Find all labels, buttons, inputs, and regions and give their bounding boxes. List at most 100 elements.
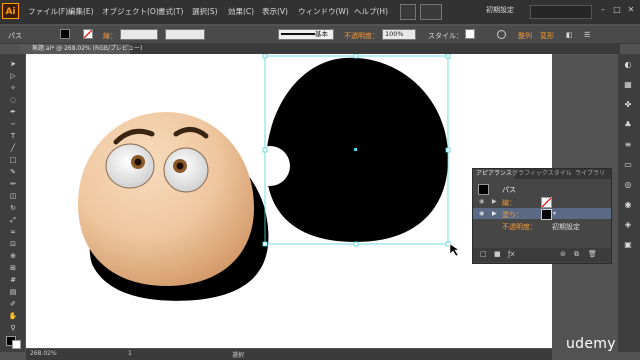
recolor-icon[interactable] bbox=[497, 30, 506, 39]
menu-type[interactable]: 書式(T) bbox=[158, 6, 183, 17]
rotate-tool-icon[interactable]: ↻ bbox=[8, 204, 18, 213]
zoom-level[interactable]: 268.02% bbox=[30, 350, 57, 357]
close-icon[interactable]: ✕ bbox=[624, 3, 638, 17]
clear-appearance-icon[interactable]: ⊘ bbox=[560, 250, 566, 258]
menu-view[interactable]: 表示(V) bbox=[262, 6, 288, 17]
stroke-row-label[interactable]: 線： bbox=[502, 198, 516, 208]
variable-width-dropdown[interactable] bbox=[165, 29, 205, 40]
opacity-row-label[interactable]: 不透明度： bbox=[502, 222, 537, 232]
udemy-watermark: udemy bbox=[566, 336, 616, 352]
mesh-tool-icon[interactable]: # bbox=[8, 276, 18, 285]
panel-menu-icon[interactable]: ☰ bbox=[584, 31, 590, 39]
appearance-object-label: パス bbox=[502, 186, 516, 194]
width-tool-icon[interactable]: ≍ bbox=[8, 228, 18, 237]
chevron-down-icon[interactable]: ▾ bbox=[553, 210, 556, 217]
delete-icon[interactable]: 🗑 bbox=[588, 250, 597, 258]
eyedropper-tool-icon[interactable]: ✐ bbox=[8, 300, 18, 309]
left-eye bbox=[105, 143, 155, 189]
graphic-style-swatch[interactable] bbox=[465, 29, 475, 39]
brushes-panel-icon[interactable]: ✤ bbox=[622, 100, 634, 110]
maximize-icon[interactable]: □ bbox=[610, 3, 624, 17]
tab-libraries[interactable]: ライブラリ bbox=[572, 169, 608, 179]
tab-graphic-styles[interactable]: グラフィックスタイル bbox=[509, 169, 575, 179]
menu-object[interactable]: オブジェクト(O) bbox=[102, 6, 159, 17]
brush-profile-label: 基本 bbox=[315, 30, 328, 38]
fill-row-label[interactable]: 塗り： bbox=[502, 210, 523, 220]
left-pupil bbox=[134, 158, 142, 166]
gradient-tool-icon[interactable]: ▤ bbox=[8, 288, 18, 297]
document-tab[interactable]: 無題.ai* @ 268.02% (RGB/プレビュー) bbox=[20, 44, 142, 54]
transparency-panel-icon[interactable]: ◎ bbox=[622, 180, 634, 190]
zoom-tool-icon[interactable]: ⚲ bbox=[8, 324, 18, 333]
selection-tool-icon[interactable]: ➤ bbox=[8, 60, 18, 69]
right-eye bbox=[163, 147, 209, 193]
menu-file[interactable]: ファイル(F) bbox=[28, 6, 68, 17]
search-input[interactable] bbox=[530, 5, 592, 19]
add-fill-icon[interactable]: ■ bbox=[494, 250, 501, 258]
curvature-tool-icon[interactable]: ∽ bbox=[8, 120, 18, 129]
scale-tool-icon[interactable]: ⤢ bbox=[8, 216, 18, 225]
isolate-icon[interactable]: ◧ bbox=[566, 31, 573, 39]
app-logo: Ai bbox=[2, 3, 19, 19]
expand-arrow-icon[interactable]: ▶ bbox=[492, 210, 497, 217]
notch-circle bbox=[250, 146, 290, 186]
object-type-label: パス bbox=[8, 32, 22, 40]
hand-tool-icon[interactable]: ✋ bbox=[8, 312, 18, 321]
menu-window[interactable]: ウィンドウ(W) bbox=[298, 6, 349, 17]
opacity-row-value: 初期設定 bbox=[552, 223, 580, 231]
workspace-switcher[interactable]: 初期設定 bbox=[486, 5, 514, 15]
color-panel-icon[interactable]: ◐ bbox=[622, 60, 634, 70]
stroke-row-swatch[interactable] bbox=[541, 197, 552, 208]
object-thumbnail bbox=[478, 184, 489, 195]
type-tool-icon[interactable]: T bbox=[8, 132, 18, 141]
menu-edit[interactable]: 編集(E) bbox=[68, 6, 94, 17]
stroke-swatch[interactable] bbox=[83, 29, 93, 39]
symbols-panel-icon[interactable]: ♣ bbox=[622, 120, 634, 130]
right-pupil bbox=[176, 162, 184, 170]
duplicate-item-icon[interactable]: ⧉ bbox=[574, 250, 579, 259]
transform-link[interactable]: 変形 bbox=[540, 31, 554, 41]
stroke-color-icon[interactable] bbox=[12, 340, 21, 349]
magic-wand-tool-icon[interactable]: ✧ bbox=[8, 84, 18, 93]
pencil-tool-icon[interactable]: ✏ bbox=[8, 180, 18, 189]
opacity-input[interactable]: 100% bbox=[382, 29, 416, 40]
appearance-panel-icon[interactable]: ◉ bbox=[622, 200, 634, 210]
visibility-eye-icon[interactable]: ◉ bbox=[479, 210, 484, 217]
pen-tool-icon[interactable]: ✒ bbox=[8, 108, 18, 117]
expand-arrow-icon[interactable]: ▶ bbox=[492, 198, 497, 205]
rectangle-tool-icon[interactable]: □ bbox=[8, 156, 18, 165]
menu-effect[interactable]: 効果(C) bbox=[228, 6, 254, 17]
paintbrush-tool-icon[interactable]: ✎ bbox=[8, 168, 18, 177]
line-tool-icon[interactable]: ╱ bbox=[8, 144, 18, 153]
free-transform-tool-icon[interactable]: ⊡ bbox=[8, 240, 18, 249]
opacity-label[interactable]: 不透明度： bbox=[344, 31, 379, 41]
swatches-panel-icon[interactable]: ▦ bbox=[622, 80, 634, 90]
arrange-documents-button[interactable] bbox=[420, 4, 442, 20]
layers-panel-icon[interactable]: ◈ bbox=[622, 220, 634, 230]
selected-blob-path bbox=[266, 57, 449, 242]
fill-row-swatch[interactable] bbox=[541, 209, 552, 220]
stroke-label[interactable]: 線： bbox=[103, 31, 117, 41]
shape-builder-tool-icon[interactable]: ⊕ bbox=[8, 252, 18, 261]
brush-profile-dropdown[interactable]: 基本 bbox=[278, 29, 334, 40]
minimize-icon[interactable]: – bbox=[596, 3, 610, 17]
stroke-weight-field[interactable] bbox=[120, 29, 158, 40]
eraser-tool-icon[interactable]: ◫ bbox=[8, 192, 18, 201]
artboards-panel-icon[interactable]: ▣ bbox=[622, 240, 634, 250]
align-link[interactable]: 整列 bbox=[518, 31, 532, 41]
lasso-tool-icon[interactable]: ◌ bbox=[8, 96, 18, 105]
current-tool-label: 選択 bbox=[232, 352, 245, 359]
visibility-eye-icon[interactable]: ◉ bbox=[479, 198, 484, 205]
add-effect-icon[interactable]: ƒx bbox=[508, 250, 515, 258]
bridge-button[interactable] bbox=[400, 4, 416, 20]
page-number[interactable]: 1 bbox=[128, 350, 132, 357]
stroke-panel-icon[interactable]: ≡ bbox=[622, 140, 634, 150]
style-label: スタイル： bbox=[428, 32, 463, 40]
menu-help[interactable]: ヘルプ(H) bbox=[354, 6, 388, 17]
fill-swatch[interactable] bbox=[60, 29, 70, 39]
gradient-panel-icon[interactable]: ▭ bbox=[622, 160, 634, 170]
menu-select[interactable]: 選択(S) bbox=[192, 6, 218, 17]
add-stroke-icon[interactable]: □ bbox=[480, 250, 487, 258]
direct-selection-tool-icon[interactable]: ▷ bbox=[8, 72, 18, 81]
perspective-grid-tool-icon[interactable]: ⊞ bbox=[8, 264, 18, 273]
